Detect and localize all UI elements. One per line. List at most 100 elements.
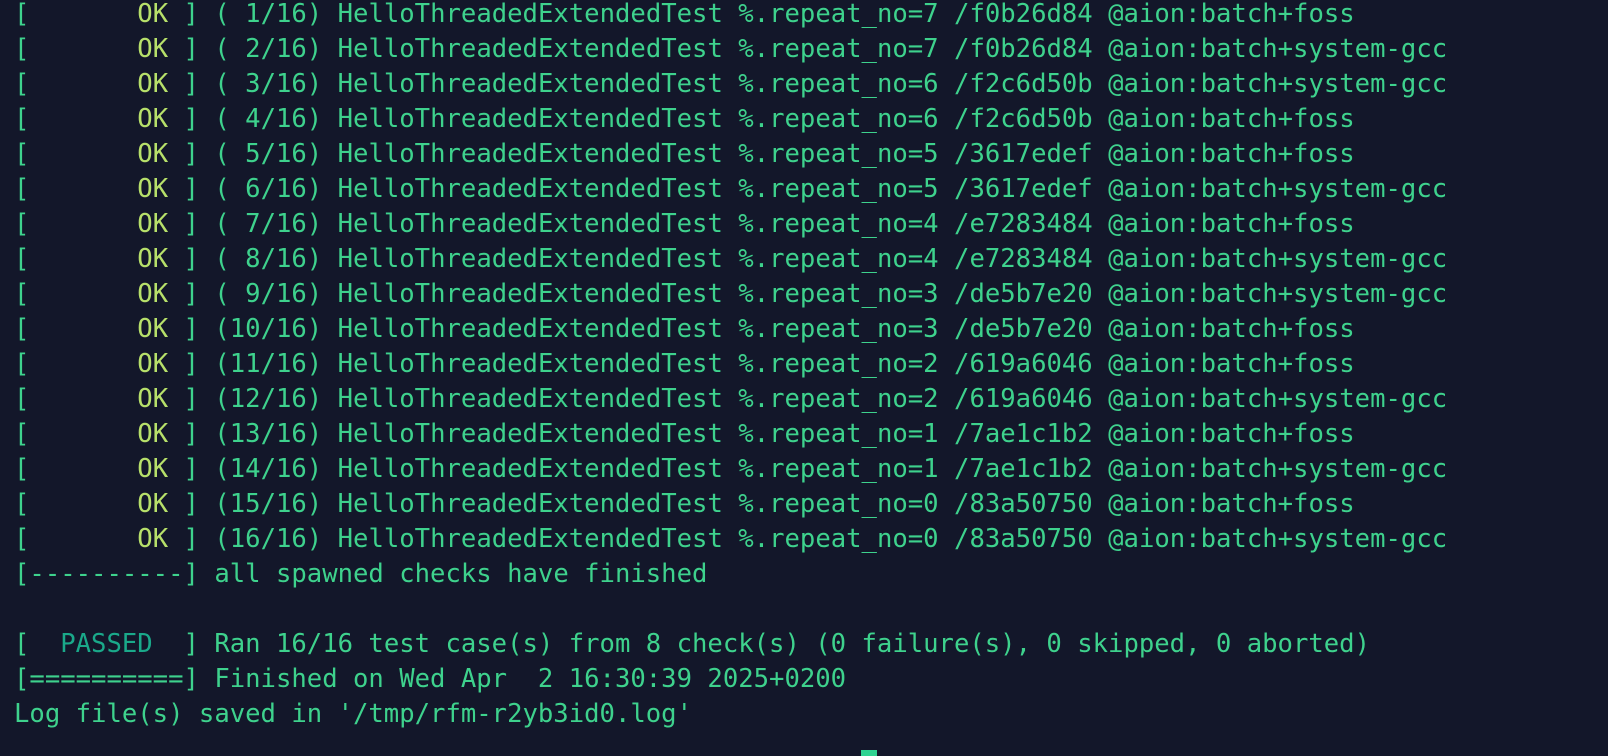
test-parameter: %.repeat_no=6 (738, 69, 939, 99)
test-target: @aion:batch+foss (1108, 419, 1355, 449)
test-target: @aion:batch+foss (1108, 209, 1355, 239)
test-index: ( 8/16) (214, 244, 323, 274)
test-result-line: [ OK ] (16/16) HelloThreadedExtendedTest… (14, 524, 1448, 554)
test-parameter: %.repeat_no=1 (738, 419, 939, 449)
ok-status: OK (137, 139, 169, 169)
test-hash: /e7283484 (954, 209, 1093, 239)
test-result-line: [ OK ] (13/16) HelloThreadedExtendedTest… (14, 419, 1355, 449)
test-index: ( 4/16) (214, 104, 323, 134)
ok-status: OK (137, 104, 169, 134)
test-parameter: %.repeat_no=2 (738, 384, 939, 414)
test-result-line: [ OK ] (15/16) HelloThreadedExtendedTest… (14, 489, 1355, 519)
terminal-output[interactable]: [ OK ] ( 1/16) HelloThreadedExtendedTest… (0, 0, 1608, 756)
test-result-line: [ OK ] ( 7/16) HelloThreadedExtendedTest… (14, 209, 1355, 239)
test-name: HelloThreadedExtendedTest (337, 279, 723, 309)
test-target: @aion:batch+system-gcc (1108, 174, 1448, 204)
ok-status: OK (137, 0, 169, 29)
test-result-line: [ OK ] ( 2/16) HelloThreadedExtendedTest… (14, 34, 1448, 64)
test-target: @aion:batch+foss (1108, 349, 1355, 379)
test-index: ( 2/16) (214, 34, 323, 64)
test-parameter: %.repeat_no=7 (738, 0, 939, 29)
test-result-line: [ OK ] (11/16) HelloThreadedExtendedTest… (14, 349, 1355, 379)
test-index: ( 7/16) (214, 209, 323, 239)
test-target: @aion:batch+system-gcc (1108, 244, 1448, 274)
test-result-line: [ OK ] ( 1/16) HelloThreadedExtendedTest… (14, 0, 1355, 29)
test-hash: /619a6046 (954, 384, 1093, 414)
test-parameter: %.repeat_no=5 (738, 174, 939, 204)
test-target: @aion:batch+foss (1108, 104, 1355, 134)
test-result-line: [ OK ] (10/16) HelloThreadedExtendedTest… (14, 314, 1355, 344)
test-result-line: [ OK ] ( 4/16) HelloThreadedExtendedTest… (14, 104, 1355, 134)
test-parameter: %.repeat_no=4 (738, 244, 939, 274)
test-index: (15/16) (214, 489, 323, 519)
test-result-line: [ OK ] ( 5/16) HelloThreadedExtendedTest… (14, 139, 1355, 169)
test-parameter: %.repeat_no=3 (738, 314, 939, 344)
ok-status: OK (137, 209, 169, 239)
test-target: @aion:batch+foss (1108, 0, 1355, 29)
end-text: Finished on Wed Apr 2 16:30:39 2025+0200 (214, 664, 847, 694)
test-result-line: [ OK ] ( 3/16) HelloThreadedExtendedTest… (14, 69, 1448, 99)
passed-badge: PASSED (60, 629, 153, 659)
terminal-cursor (861, 750, 877, 756)
test-hash: /de5b7e20 (954, 279, 1093, 309)
end-marker: [==========] (14, 664, 199, 694)
test-name: HelloThreadedExtendedTest (337, 314, 723, 344)
test-name: HelloThreadedExtendedTest (337, 104, 723, 134)
test-parameter: %.repeat_no=6 (738, 104, 939, 134)
test-parameter: %.repeat_no=5 (738, 139, 939, 169)
ok-status: OK (137, 454, 169, 484)
test-target: @aion:batch+foss (1108, 139, 1355, 169)
finished-time-line: [==========] Finished on Wed Apr 2 16:30… (14, 661, 846, 697)
summary-text: Ran 16/16 test case(s) from 8 check(s) (… (214, 629, 1370, 659)
test-index: (12/16) (214, 384, 323, 414)
test-target: @aion:batch+system-gcc (1108, 454, 1448, 484)
test-parameter: %.repeat_no=1 (738, 454, 939, 484)
test-index: (13/16) (214, 419, 323, 449)
ok-status: OK (137, 279, 169, 309)
test-name: HelloThreadedExtendedTest (337, 174, 723, 204)
ok-status: OK (137, 419, 169, 449)
ok-status: OK (137, 314, 169, 344)
test-target: @aion:batch+foss (1108, 314, 1355, 344)
test-parameter: %.repeat_no=0 (738, 489, 939, 519)
test-hash: /619a6046 (954, 349, 1093, 379)
test-index: (14/16) (214, 454, 323, 484)
test-parameter: %.repeat_no=0 (738, 524, 939, 554)
test-name: HelloThreadedExtendedTest (337, 34, 723, 64)
test-index: ( 5/16) (214, 139, 323, 169)
test-result-line: [ OK ] (12/16) HelloThreadedExtendedTest… (14, 384, 1448, 414)
test-result-line: [ OK ] ( 8/16) HelloThreadedExtendedTest… (14, 244, 1448, 274)
test-index: ( 1/16) (214, 0, 323, 29)
test-hash: /83a50750 (954, 524, 1093, 554)
test-index: ( 6/16) (214, 174, 323, 204)
test-name: HelloThreadedExtendedTest (337, 69, 723, 99)
test-name: HelloThreadedExtendedTest (337, 139, 723, 169)
ok-status: OK (137, 489, 169, 519)
test-hash: /7ae1c1b2 (954, 419, 1093, 449)
finished-text: all spawned checks have finished (214, 559, 708, 589)
ok-status: OK (137, 174, 169, 204)
test-name: HelloThreadedExtendedTest (337, 489, 723, 519)
test-hash: /f2c6d50b (954, 69, 1093, 99)
ok-status: OK (137, 524, 169, 554)
test-hash: /f0b26d84 (954, 0, 1093, 29)
test-result-line: [ OK ] ( 9/16) HelloThreadedExtendedTest… (14, 279, 1448, 309)
test-result-line: [ OK ] (14/16) HelloThreadedExtendedTest… (14, 454, 1448, 484)
test-hash: /83a50750 (954, 489, 1093, 519)
test-name: HelloThreadedExtendedTest (337, 0, 723, 29)
test-target: @aion:batch+system-gcc (1108, 69, 1448, 99)
log-file-line: Log file(s) saved in '/tmp/rfm-r2yb3id0.… (14, 699, 692, 729)
ok-status: OK (137, 69, 169, 99)
test-target: @aion:batch+system-gcc (1108, 524, 1448, 554)
ok-status: OK (137, 244, 169, 274)
test-target: @aion:batch+foss (1108, 489, 1355, 519)
finished-line: [----------] all spawned checks have fin… (14, 556, 707, 592)
test-target: @aion:batch+system-gcc (1108, 384, 1448, 414)
passed-summary-line: [ PASSED ] Ran 16/16 test case(s) from 8… (14, 629, 1370, 659)
test-target: @aion:batch+system-gcc (1108, 279, 1448, 309)
ok-status: OK (137, 34, 169, 64)
test-target: @aion:batch+system-gcc (1108, 34, 1448, 64)
test-name: HelloThreadedExtendedTest (337, 244, 723, 274)
test-index: (16/16) (214, 524, 323, 554)
test-name: HelloThreadedExtendedTest (337, 419, 723, 449)
